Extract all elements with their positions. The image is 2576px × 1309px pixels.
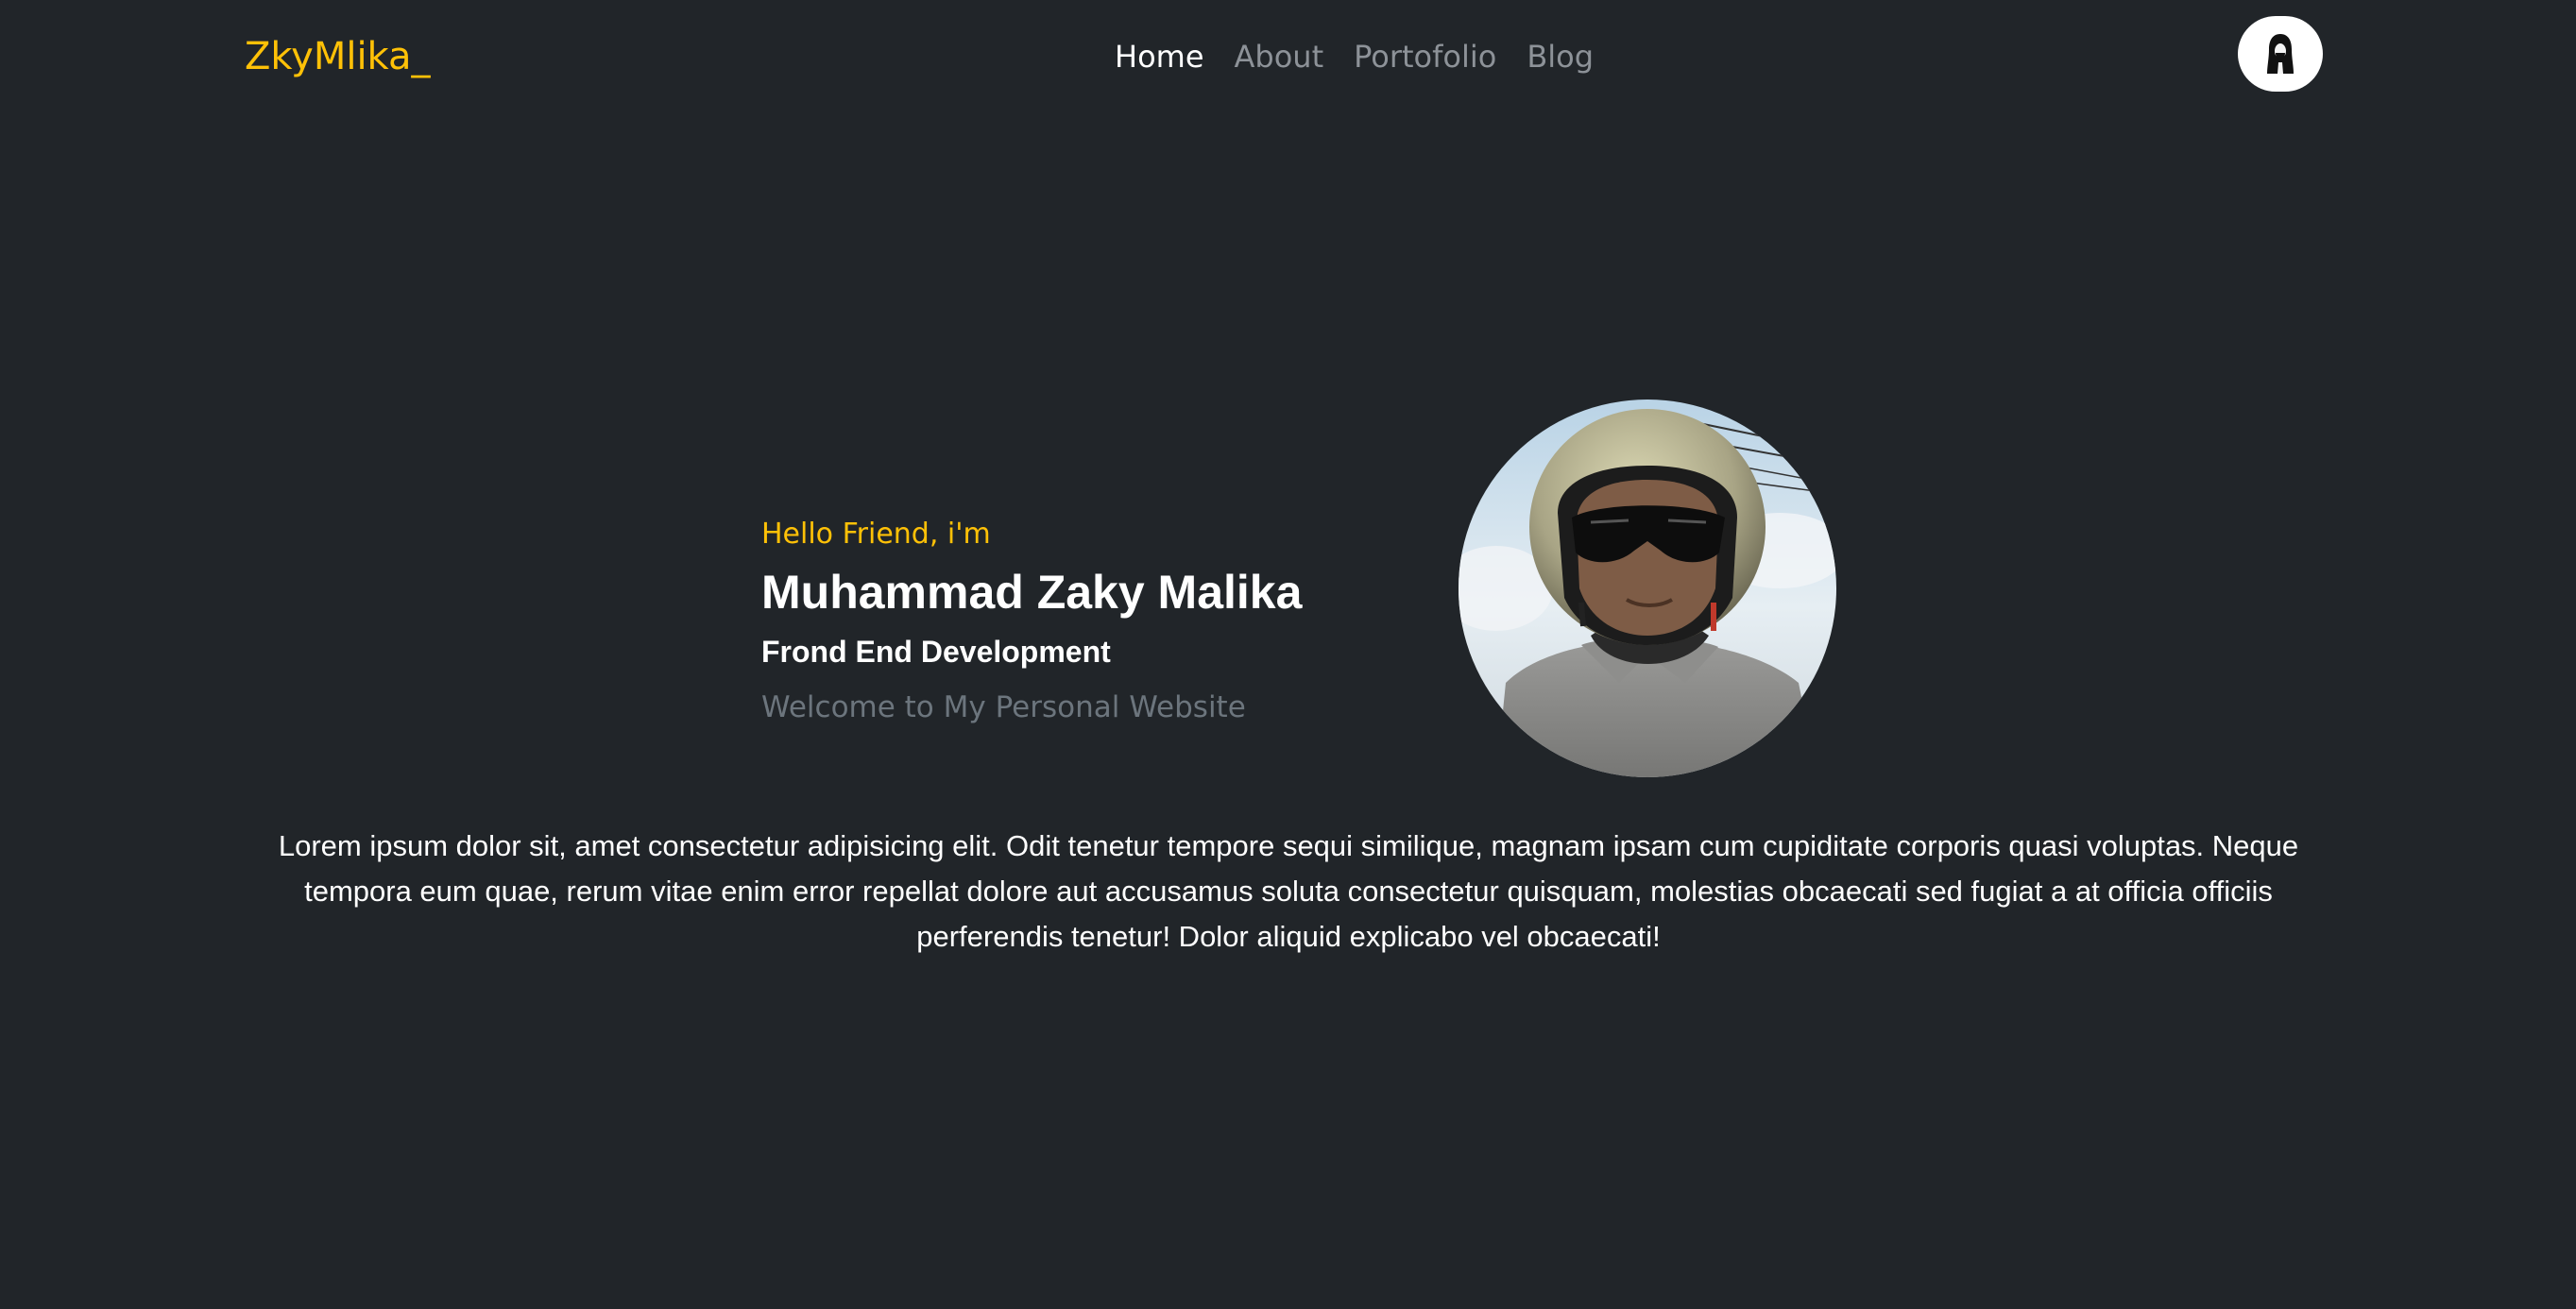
user-avatar-icon <box>2267 34 2294 74</box>
nav-link-blog[interactable]: Blog <box>1527 28 1594 85</box>
hero-text: Hello Friend, i'm Muhammad Zaky Malika F… <box>761 510 1347 737</box>
avatar-button[interactable] <box>2238 16 2323 92</box>
navbar: ZkyMlika_ Home About Portofolio Blog <box>0 0 2576 111</box>
intro-paragraph: Lorem ipsum dolor sit, amet consectetur … <box>278 829 2299 953</box>
hero-name: Muhammad Zaky Malika <box>761 566 1303 619</box>
nav-link-portofolio[interactable]: Portofolio <box>1354 28 1496 85</box>
hero-welcome: Welcome to My Personal Website <box>761 690 1246 724</box>
hero-role: Frond End Development <box>761 635 1111 669</box>
hero-greeting: Hello Friend, i'm <box>761 518 991 551</box>
nav-links: Home About Portofolio Blog <box>1115 28 1594 85</box>
page: ZkyMlika_ Home About Portofolio Blog Hel… <box>0 0 2576 1309</box>
brand-logo[interactable]: ZkyMlika_ <box>245 28 431 85</box>
nav-link-home[interactable]: Home <box>1115 28 1204 85</box>
profile-photo <box>1459 400 1836 777</box>
nav-link-about[interactable]: About <box>1235 28 1324 85</box>
